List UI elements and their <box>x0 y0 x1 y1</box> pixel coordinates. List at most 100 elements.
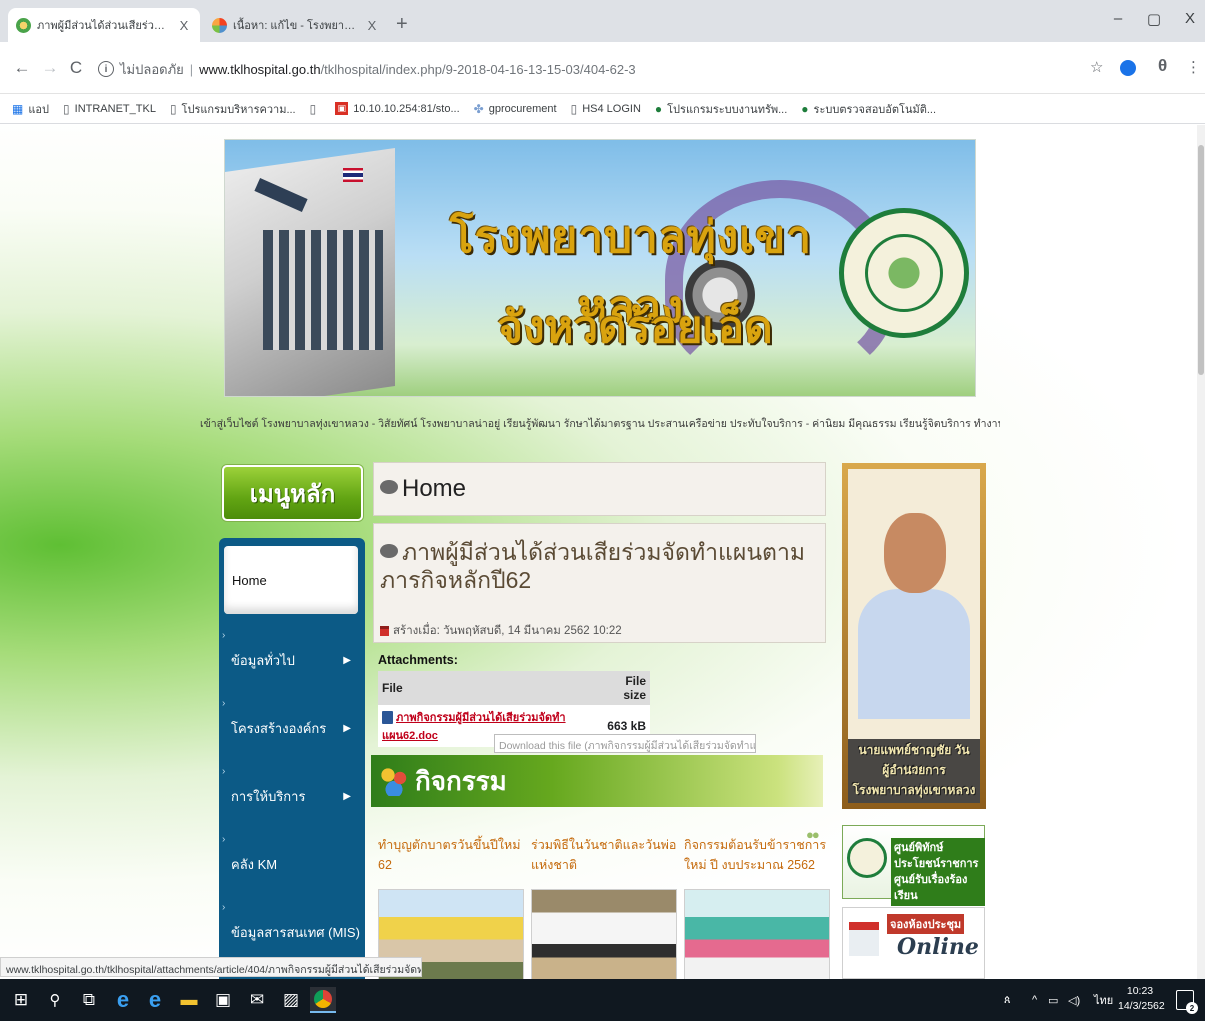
task-view-icon[interactable]: ⧉ <box>76 987 102 1013</box>
director-portrait: นายแพทย์ชาญชัย วันทอง ผู้อำนวยการ โรงพยา… <box>842 463 986 809</box>
menu-item-label: ข้อมูลทั่วไป <box>231 652 295 668</box>
activity-title[interactable]: ทำบุญตักบาตรวันขึ้นปีใหม่ 62 <box>378 835 524 883</box>
meeting-room-booking-banner[interactable]: จองห้องประชุม Online <box>842 907 985 979</box>
tab-active[interactable]: ภาพผู้มีส่วนได้ส่วนเสียร่วมจัดทำแผนตา X <box>8 8 200 42</box>
created-text: สร้างเมื่อ: วันพฤหัสบดี, 14 มีนาคม 2562 … <box>393 625 622 637</box>
article-title-text: ภาพผู้มีส่วนได้ส่วนเสียร่วมจัดทำแผนตามภา… <box>380 539 806 593</box>
volume-icon[interactable]: ◁) <box>1068 979 1080 1021</box>
bookmark-label: gprocurement <box>488 102 557 115</box>
activity-photo[interactable] <box>531 889 677 979</box>
minimize-button[interactable]: – <box>1108 10 1128 27</box>
bookmark-asset[interactable]: ● โปรแกรมระบบงานทรัพ... <box>655 100 787 118</box>
joomla-icon <box>212 17 227 33</box>
online-text: Online <box>897 934 979 960</box>
status-url-bubble: www.tklhospital.go.th/tklhospital/attach… <box>0 957 422 977</box>
menu-tick: › <box>222 834 226 845</box>
menu-item-km[interactable]: › คลัง KM <box>219 830 365 898</box>
tab-inactive[interactable]: เนื้อหา: แก้ไข - โรงพยาบาลทุ่งเขาหลว X <box>204 8 388 42</box>
article-header: ภาพผู้มีส่วนได้ส่วนเสียร่วมจัดทำแผนตามภา… <box>373 523 826 643</box>
menu-kebab-icon[interactable]: ⋮ <box>1186 58 1201 76</box>
tab-title: ภาพผู้มีส่วนได้ส่วนเสียร่วมจัดทำแผนตา <box>37 20 172 32</box>
page-scrollbar[interactable] <box>1197 125 1205 979</box>
menu-item-organization[interactable]: › โครงสร้างองค์กร ▶ <box>219 694 365 762</box>
url-host: www.tklhospital.go.th <box>199 61 321 77</box>
chevron-right-icon: ▶ <box>343 790 351 802</box>
bookmark-label: โปรแกรมบริหารความ... <box>181 103 296 116</box>
article-title[interactable]: ภาพผู้มีส่วนได้ส่วนเสียร่วมจัดทำแผนตามภา… <box>380 538 820 594</box>
show-hidden-icons-chevron-icon[interactable]: ^ <box>1032 979 1037 1021</box>
network-icon[interactable]: ▭ <box>1048 979 1058 1021</box>
moph-seal-icon <box>847 838 887 878</box>
close-window-button[interactable]: X <box>1180 10 1200 27</box>
menu-item-mis[interactable]: › ข้อมูลสารสนเทศ (MIS) <box>219 898 365 966</box>
portrait-face <box>884 513 946 593</box>
activity-title[interactable]: ร่วมพิธีในวันชาติและวันพ่อแห่งชาติ <box>531 835 677 883</box>
menu-item-home[interactable]: Home <box>224 546 358 614</box>
scrollbar-thumb[interactable] <box>1198 145 1204 375</box>
apps-grid-icon: ▦ <box>12 101 24 116</box>
security-label: ไม่ปลอดภัย <box>120 61 184 77</box>
menu-item-label: การให้บริการ <box>231 788 306 804</box>
url-path: /tklhospital/index.php/9-2018-04-16-13-1… <box>320 61 636 77</box>
forward-button[interactable]: → <box>40 58 60 78</box>
menu-item-label: โครงสร้างองค์กร <box>231 720 327 736</box>
mail-icon[interactable]: ✉ <box>244 987 270 1013</box>
thai-flag-icon <box>343 168 363 182</box>
clock-date: 14/3/2562 <box>1118 1000 1165 1012</box>
bookmark-blank[interactable]: ▯ <box>310 102 322 116</box>
search-icon[interactable]: ⚲ <box>42 987 68 1013</box>
back-button[interactable]: ← <box>12 58 32 78</box>
extension-icon[interactable] <box>1120 60 1136 76</box>
bookmark-label: ระบบตรวจสอบอัตโนมัติ... <box>813 103 937 116</box>
bookmark-intranet[interactable]: ▯ INTRANET_TKL <box>63 102 156 116</box>
new-tab-button[interactable]: + <box>396 14 408 34</box>
ie-icon[interactable]: e <box>110 987 136 1013</box>
bookmark-label: INTRANET_TKL <box>74 102 156 115</box>
tab-title: เนื้อหา: แก้ไข - โรงพยาบาลทุ่งเขาหลว <box>233 20 360 32</box>
complaint-center-text: ศูนย์พิทักษ์ประโยชน์ราชการ ศูนย์รับเรื่อ… <box>891 838 985 906</box>
profile-icon[interactable]: θ <box>1158 56 1167 76</box>
notifications-icon[interactable]: 2 <box>1176 990 1198 1014</box>
speech-bubble-icon <box>380 480 398 494</box>
bookmark-stock[interactable]: ▣ 10.10.10.254:81/sto... <box>335 102 460 115</box>
bookmark-auto-check[interactable]: ● ระบบตรวจสอบอัตโนมัติ... <box>801 100 936 118</box>
bookmark-label: HS4 LOGIN <box>582 102 641 115</box>
bookmark-hs4[interactable]: ▯ HS4 LOGIN <box>571 102 641 116</box>
menu-item-label: คลัง KM <box>231 856 278 872</box>
bookmark-apps[interactable]: ▦ แอป <box>12 100 49 118</box>
tab-close-button[interactable]: X <box>176 18 192 33</box>
address-bar[interactable]: i ไม่ปลอดภัย | www.tklhospital.go.th /tk… <box>98 54 1083 84</box>
menu-item-general-info[interactable]: › ข้อมูลทั่วไป ▶ <box>219 626 365 694</box>
activity-photo[interactable] <box>684 889 830 979</box>
input-language[interactable]: ไทย <box>1094 979 1113 1021</box>
bookmark-star-icon[interactable]: ☆ <box>1090 58 1103 76</box>
menu-item-label: ข้อมูลสารสนเทศ (MIS) <box>231 924 360 940</box>
edge-icon[interactable]: e <box>142 987 168 1013</box>
complaint-center-banner[interactable]: ศูนย์พิทักษ์ประโยชน์ราชการ ศูนย์รับเรื่อ… <box>842 825 985 906</box>
chrome-icon[interactable] <box>310 987 336 1013</box>
system-clock[interactable]: 10:23 14/3/2562 <box>1118 984 1165 1014</box>
banner-subtitle: จังหวัดร้อยเอ็ด <box>497 302 773 353</box>
store-icon[interactable]: ▣ <box>210 987 236 1013</box>
activity-card[interactable]: กิจกรรมต้อนรับข้าราชการใหม่ ปี งบประมาณ … <box>684 835 830 979</box>
info-icon[interactable]: i <box>98 61 114 77</box>
photos-icon[interactable]: ▨ <box>278 987 304 1013</box>
welcome-marquee: เข้าสู่เว็บไซต์ โรงพยาบาลทุ่งเขาหลวง - ว… <box>200 418 1000 430</box>
maximize-button[interactable]: ▢ <box>1144 10 1164 28</box>
activity-title[interactable]: กิจกรรมต้อนรับข้าราชการใหม่ ปี งบประมาณ … <box>684 835 830 883</box>
main-menu-header: เมนูหลัก <box>222 465 363 521</box>
tab-close-button[interactable]: X <box>364 18 380 33</box>
bookmark-program[interactable]: ▯ โปรแกรมบริหารความ... <box>170 100 296 118</box>
bookmark-gprocurement[interactable]: ✤ gprocurement <box>474 102 557 116</box>
ministry-seal-logo <box>839 208 969 338</box>
activities-title: กิจกรรม <box>415 765 507 796</box>
menu-item-services[interactable]: › การให้บริการ ▶ <box>219 762 365 830</box>
file-explorer-icon[interactable]: ▬ <box>176 987 202 1013</box>
people-tray-icon[interactable]: ጰ <box>1004 979 1011 1021</box>
windows-start-icon[interactable]: ⊞ <box>8 987 34 1013</box>
activity-card[interactable]: ร่วมพิธีในวันชาติและวันพ่อแห่งชาติ <box>531 835 677 979</box>
page-icon: ▯ <box>63 101 70 116</box>
column-header-file: File <box>378 671 599 705</box>
attachments-label: Attachments: <box>378 653 458 667</box>
reload-button[interactable]: C <box>66 58 86 78</box>
